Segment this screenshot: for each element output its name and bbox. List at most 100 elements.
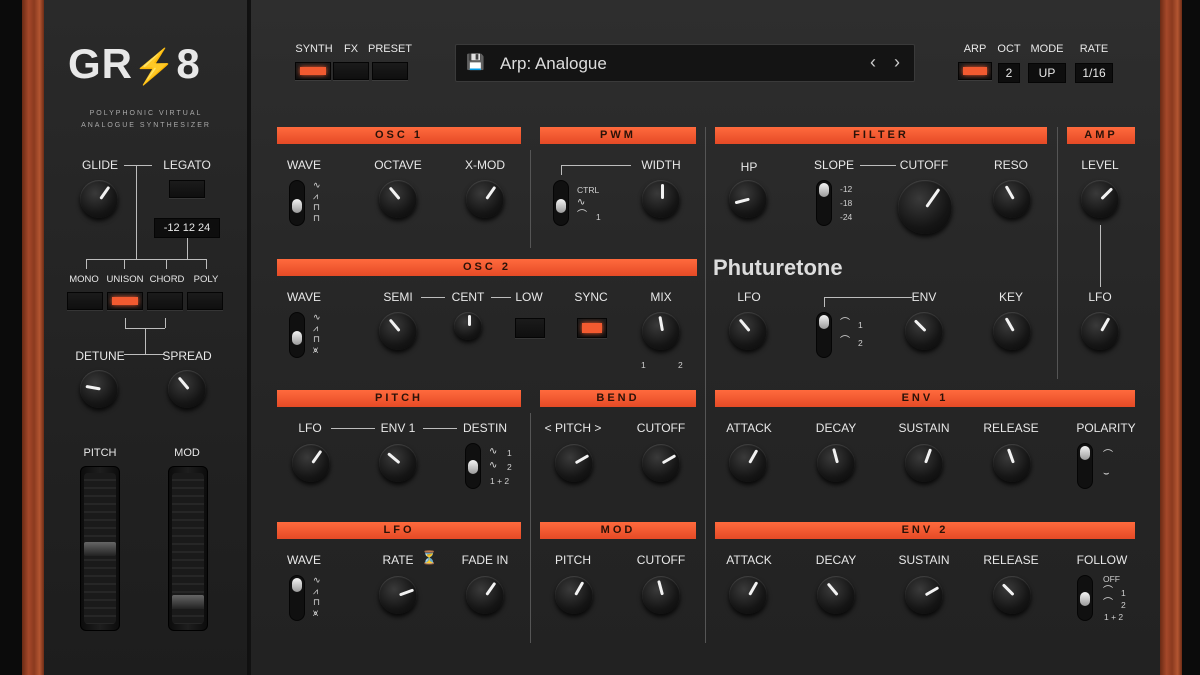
- filter-hp-knob[interactable]: [729, 180, 767, 218]
- env-opt2-label: 2: [858, 338, 863, 348]
- metronome-icon[interactable]: ⏳: [421, 551, 437, 564]
- oct-value[interactable]: 2: [998, 63, 1020, 83]
- destin-opt1: 1: [507, 448, 512, 458]
- logo: GR⚡8: [68, 40, 201, 87]
- mod-pitch-label: PITCH: [555, 553, 591, 567]
- osc2-semi-knob[interactable]: [379, 312, 417, 350]
- preset-browser[interactable]: 💾 Arp: Analogue ‹ ›: [455, 44, 915, 82]
- pitch-wheel-label: PITCH: [83, 447, 117, 459]
- osc2-wave-switch[interactable]: [289, 312, 305, 358]
- pwm-width-label: WIDTH: [641, 158, 681, 172]
- env2-release-knob[interactable]: [993, 576, 1031, 614]
- subtitle-line1: POLYPHONIC VIRTUAL: [89, 110, 203, 117]
- filter-key-knob[interactable]: [993, 312, 1031, 350]
- env2-sustain-knob[interactable]: [905, 576, 943, 614]
- lfo-rate-knob[interactable]: [379, 576, 417, 614]
- filter-lfo-label: LFO: [737, 290, 761, 304]
- polarity-negative-icon: ⌣: [1103, 468, 1110, 479]
- pitch-destin-switch[interactable]: [465, 443, 481, 489]
- section-osc1: OSC 1: [277, 127, 521, 144]
- env2-follow-switch[interactable]: [1077, 575, 1093, 621]
- left-edge: [0, 0, 22, 675]
- tab-synth-label: SYNTH: [295, 43, 333, 55]
- section-pitch: PITCH: [277, 390, 521, 407]
- osc2-cent-knob[interactable]: [454, 312, 482, 340]
- arp-toggle[interactable]: [958, 62, 992, 80]
- osc1-octave-knob[interactable]: [379, 180, 417, 218]
- mod-wheel[interactable]: [168, 466, 208, 631]
- lfo-fadein-knob[interactable]: [466, 576, 504, 614]
- lfo-wave-label: WAVE: [286, 553, 322, 567]
- mode-chord-button[interactable]: [147, 292, 183, 310]
- osc2-sync-button[interactable]: [577, 318, 607, 338]
- pwm-ctrl-switch[interactable]: [553, 180, 569, 226]
- env1-release-label: RELEASE: [983, 421, 1039, 435]
- mod-cutoff-knob[interactable]: [642, 576, 680, 614]
- filter-env-switch[interactable]: [816, 312, 832, 358]
- filter-cutoff-label: CUTOFF: [899, 158, 949, 172]
- pitch-env-knob[interactable]: [379, 444, 417, 482]
- destin-wave1-icon: ∿: [489, 446, 498, 457]
- env1-shape-icon: ⌒: [840, 318, 850, 329]
- floppy-disk-icon[interactable]: 💾: [466, 55, 485, 71]
- mode-unison-label: UNISON: [106, 274, 144, 285]
- osc2-low-button[interactable]: [515, 318, 545, 338]
- filter-reso-knob[interactable]: [993, 180, 1031, 218]
- pitch-wheel[interactable]: [80, 466, 120, 631]
- preset-author: Phuturetone: [713, 255, 843, 280]
- chevron-right-icon[interactable]: ›: [894, 52, 900, 73]
- mode-mono-button[interactable]: [67, 292, 103, 310]
- filter-env-knob[interactable]: [905, 312, 943, 350]
- chevron-left-icon[interactable]: ‹: [870, 52, 876, 73]
- filter-cutoff-knob[interactable]: [898, 180, 952, 234]
- osc1-xmod-knob[interactable]: [466, 180, 504, 218]
- mode-label: MODE: [1030, 43, 1064, 55]
- tab-preset[interactable]: [372, 62, 408, 80]
- tab-fx[interactable]: [333, 62, 369, 80]
- section-env1: ENV 1: [715, 390, 1135, 407]
- rate-label: RATE: [1079, 43, 1109, 55]
- destin-opt3: 1 + 2: [490, 476, 510, 486]
- bend-cutoff-knob[interactable]: [642, 444, 680, 482]
- rate-value[interactable]: 1/16: [1075, 63, 1113, 83]
- mode-poly-button[interactable]: [187, 292, 223, 310]
- arp-label: ARP: [963, 43, 987, 55]
- tab-synth[interactable]: [295, 62, 331, 80]
- osc1-wave-switch[interactable]: [289, 180, 305, 226]
- main-panel: SYNTH FX PRESET 💾 Arp: Analogue ‹ › ARP …: [251, 0, 1160, 675]
- env1-polarity-switch[interactable]: [1077, 443, 1093, 489]
- lfo-wave-icons: ∿ ⩘ ⊓ ⩙: [313, 575, 321, 618]
- amp-lfo-knob[interactable]: [1081, 312, 1119, 350]
- spread-knob[interactable]: [168, 370, 206, 408]
- filter-slope-switch[interactable]: [816, 180, 832, 226]
- pitch-lfo-knob[interactable]: [292, 444, 330, 482]
- legato-values-display[interactable]: -12 12 24: [154, 218, 220, 238]
- bend-pitch-label: < PITCH >: [544, 421, 602, 435]
- mode-value[interactable]: UP: [1028, 63, 1066, 83]
- filter-lfo-knob[interactable]: [729, 312, 767, 350]
- env1-sustain-knob[interactable]: [905, 444, 943, 482]
- filter-hp-label: HP: [740, 160, 758, 174]
- env1-attack-knob[interactable]: [729, 444, 767, 482]
- pwm-width-knob[interactable]: [642, 180, 680, 218]
- bend-pitch-knob[interactable]: [555, 444, 593, 482]
- detune-knob[interactable]: [80, 370, 118, 408]
- right-wood-panel: [1160, 0, 1182, 675]
- follow-opt-off: OFF: [1103, 574, 1120, 584]
- env2-decay-knob[interactable]: [817, 576, 855, 614]
- amp-level-knob[interactable]: [1081, 180, 1119, 218]
- osc2-mix-label: MIX: [650, 290, 672, 304]
- legato-button[interactable]: [169, 180, 205, 198]
- amp-lfo-label: LFO: [1088, 290, 1112, 304]
- lfo-wave-switch[interactable]: [289, 575, 305, 621]
- env1-release-knob[interactable]: [993, 444, 1031, 482]
- env2-attack-knob[interactable]: [729, 576, 767, 614]
- follow-env1-icon: ⌒: [1103, 586, 1113, 597]
- glide-knob[interactable]: [80, 180, 118, 218]
- mod-cutoff-label: CUTOFF: [636, 553, 686, 567]
- mode-unison-button[interactable]: [107, 292, 143, 310]
- osc2-mix-knob[interactable]: [642, 312, 680, 350]
- section-lfo: LFO: [277, 522, 521, 539]
- env1-decay-knob[interactable]: [817, 444, 855, 482]
- mod-pitch-knob[interactable]: [555, 576, 593, 614]
